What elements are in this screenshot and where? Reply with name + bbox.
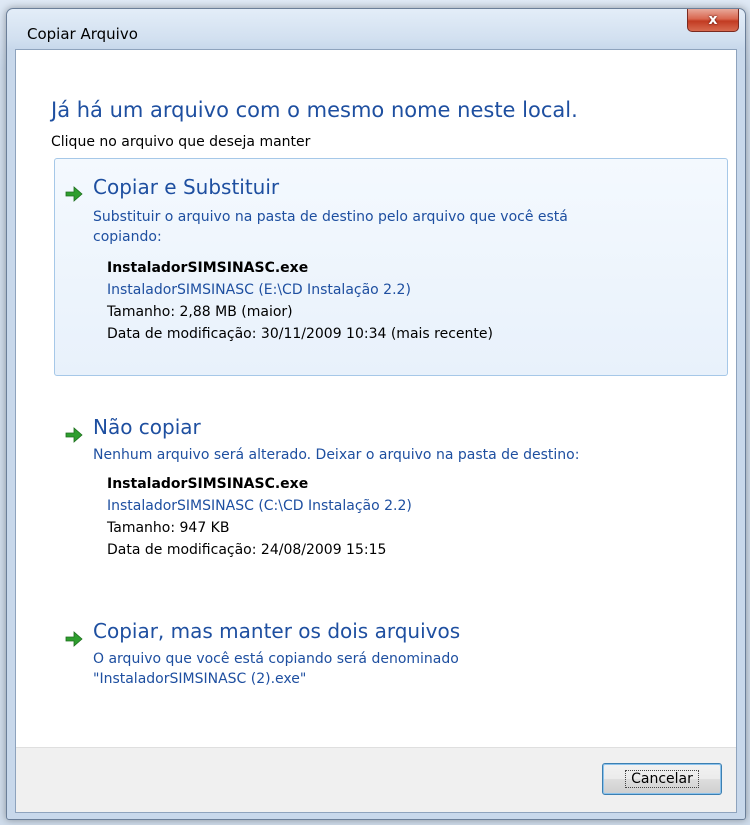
- window-title: Copiar Arquivo: [27, 25, 138, 43]
- description-line: O arquivo que você está copiando será de…: [93, 651, 459, 667]
- file-path: InstaladorSIMSINASC (E:\CD Instalação 2.…: [107, 282, 411, 298]
- file-info: InstaladorSIMSINASC.exe InstaladorSIMSIN…: [107, 473, 412, 561]
- option-keep-both[interactable]: Copiar, mas manter os dois arquivos O ar…: [54, 602, 728, 704]
- option-copy-replace[interactable]: Copiar e Substituir Substituir o arquivo…: [54, 158, 728, 376]
- cancel-button[interactable]: Cancelar: [602, 763, 722, 795]
- description-line: "InstaladorSIMSINASC (2).exe": [93, 671, 307, 687]
- option-description: Nenhum arquivo será alterado. Deixar o a…: [93, 445, 579, 465]
- copy-file-dialog: Copiar Arquivo x Já há um arquivo com o …: [6, 8, 746, 820]
- green-arrow-icon: [65, 631, 83, 647]
- file-modified: Data de modificação: 30/11/2009 10:34 (m…: [107, 326, 493, 342]
- file-size: Tamanho: 947 KB: [107, 520, 230, 536]
- file-size: Tamanho: 2,88 MB (maior): [107, 304, 293, 320]
- file-name: InstaladorSIMSINASC.exe: [107, 260, 309, 276]
- file-path: InstaladorSIMSINASC (C:\CD Instalação 2.…: [107, 498, 412, 514]
- option-title: Copiar, mas manter os dois arquivos: [93, 619, 461, 643]
- dialog-footer: Cancelar: [16, 747, 736, 812]
- file-info: InstaladorSIMSINASC.exe InstaladorSIMSIN…: [107, 257, 493, 345]
- file-modified: Data de modificação: 24/08/2009 15:15: [107, 542, 387, 558]
- option-title: Copiar e Substituir: [93, 175, 280, 199]
- description-line: Nenhum arquivo será alterado. Deixar o a…: [93, 447, 580, 463]
- green-arrow-icon: [65, 427, 83, 443]
- dialog-heading: Já há um arquivo com o mesmo nome neste …: [51, 98, 578, 122]
- cancel-label: Cancelar: [625, 770, 699, 788]
- file-name: InstaladorSIMSINASC.exe: [107, 476, 309, 492]
- green-arrow-icon: [65, 186, 83, 202]
- close-button[interactable]: x: [687, 9, 739, 32]
- description-line: copiando:: [93, 229, 162, 245]
- option-description: Substituir o arquivo na pasta de destino…: [93, 207, 568, 247]
- dialog-subheading: Clique no arquivo que deseja manter: [51, 134, 311, 150]
- close-icon: x: [708, 12, 718, 28]
- option-dont-copy[interactable]: Não copiar Nenhum arquivo será alterado.…: [54, 398, 728, 580]
- title-bar[interactable]: Copiar Arquivo x: [7, 9, 745, 49]
- dialog-content: Já há um arquivo com o mesmo nome neste …: [15, 49, 737, 813]
- option-description: O arquivo que você está copiando será de…: [93, 649, 459, 689]
- description-line: Substituir o arquivo na pasta de destino…: [93, 209, 568, 225]
- option-title: Não copiar: [93, 415, 201, 439]
